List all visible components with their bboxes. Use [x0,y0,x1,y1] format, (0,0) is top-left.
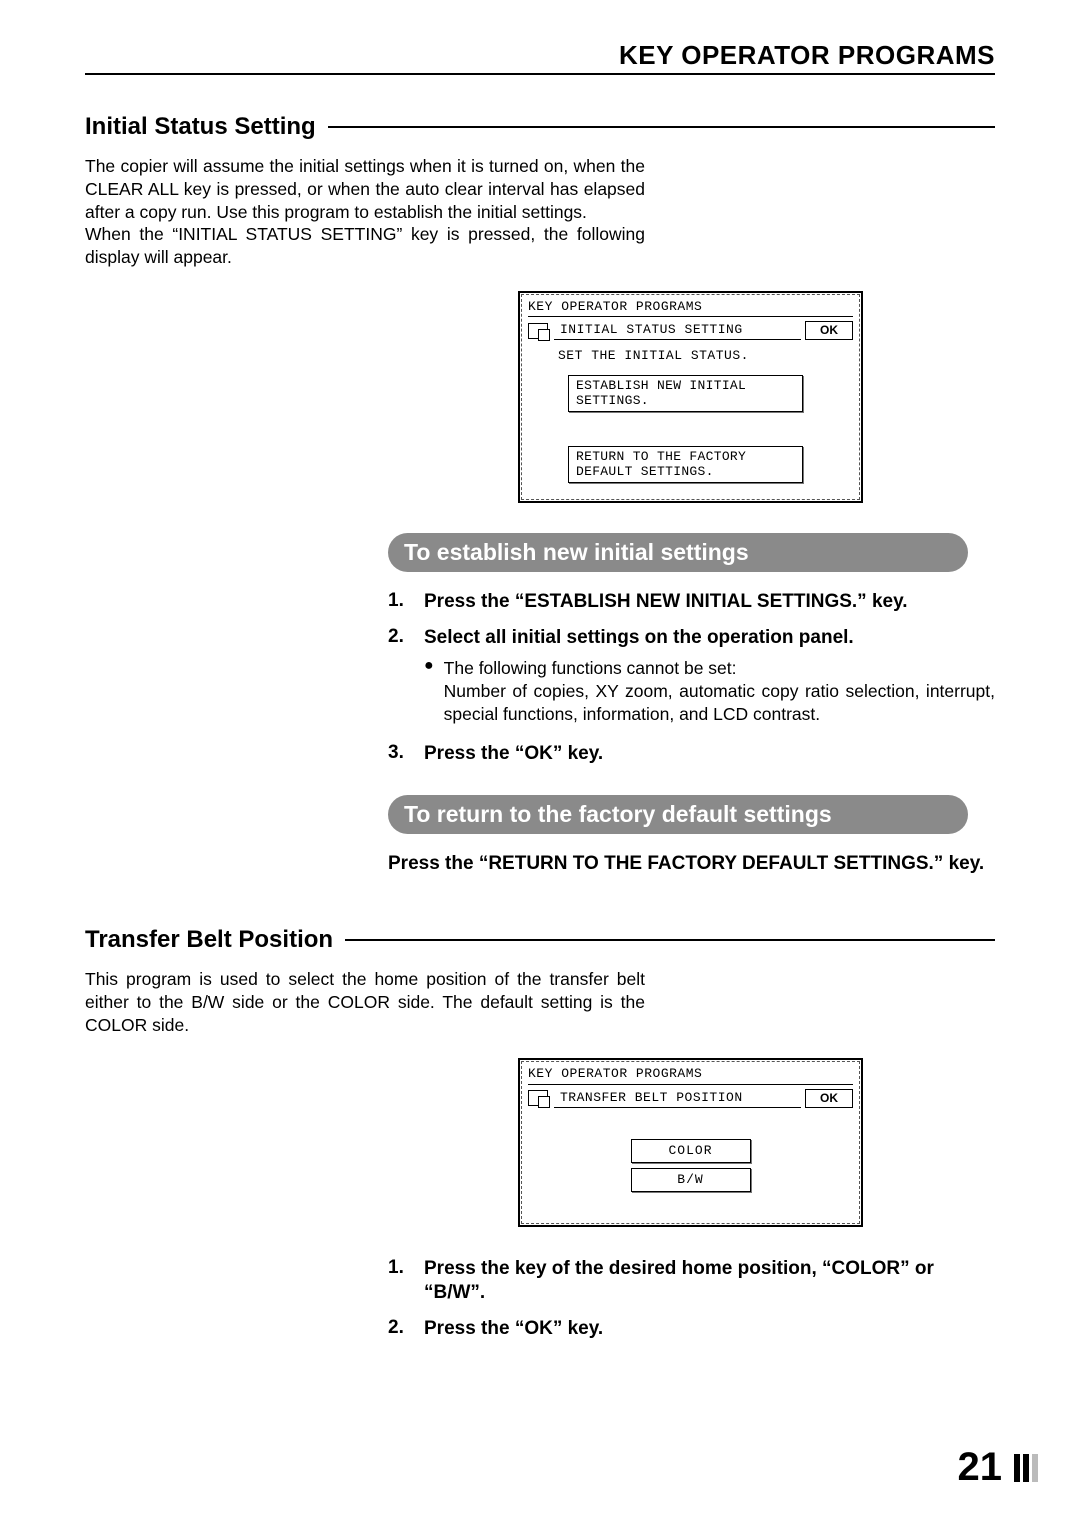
windows-icon [528,323,548,339]
step-number: 2. [388,1317,424,1341]
section-heading-transfer-belt: Transfer Belt Position [85,926,995,954]
tb-step2-text: Press the “OK” key. [424,1317,995,1341]
page-header: KEY OPERATOR PROGRAMS [85,40,995,75]
header-title: KEY OPERATOR PROGRAMS [619,40,995,70]
step3-text: Press the “OK” key. [424,742,995,766]
step1-text: Press the “ESTABLISH NEW INITIAL SETTING… [424,590,995,614]
rule [345,939,995,941]
section2-intro: This program is used to select the home … [85,968,645,1036]
step-number: 1. [388,590,424,614]
section-heading-initial-status: Initial Status Setting [85,113,995,141]
bullet-icon: ● [424,657,434,725]
lcd2-bw-button[interactable]: B/W [631,1168,751,1192]
page-number-wrap: 21 [958,1445,1039,1490]
lcd1-title: INITIAL STATUS SETTING [554,321,801,340]
instr-return: Press the “RETURN TO THE FACTORY DEFAULT… [388,852,995,876]
lcd1-return-button[interactable]: RETURN TO THE FACTORY DEFAULT SETTINGS. [568,446,803,483]
lcd1-ok-button[interactable]: OK [805,321,853,340]
tb-step1-text: Press the key of the desired home positi… [424,1257,995,1305]
lcd1-sub: SET THE INITIAL STATUS. [558,348,853,364]
section1-intro: The copier will assume the initial setti… [85,155,645,269]
lcd-transfer-belt: KEY OPERATOR PROGRAMS TRANSFER BELT POSI… [518,1058,863,1227]
lcd2-ok-button[interactable]: OK [805,1089,853,1108]
windows-icon [528,1090,548,1106]
step-number: 2. [388,626,424,730]
section1-title: Initial Status Setting [85,113,316,141]
page-number: 21 [958,1445,1003,1490]
lcd1-establish-button[interactable]: ESTABLISH NEW INITIAL SETTINGS. [568,375,803,412]
steps-transfer-belt: 1. Press the key of the desired home pos… [388,1257,995,1340]
pill-establish: To establish new initial settings [388,533,968,572]
step2-detail: Number of copies, XY zoom, automatic cop… [444,680,995,726]
section2-title: Transfer Belt Position [85,926,333,954]
lcd2-top: KEY OPERATOR PROGRAMS [528,1066,853,1084]
page-decor-icon [1014,1454,1038,1482]
step-number: 1. [388,1257,424,1305]
lcd2-color-button[interactable]: COLOR [631,1139,751,1163]
pill-return: To return to the factory default setting… [388,795,968,834]
steps-establish: 1. Press the “ESTABLISH NEW INITIAL SETT… [388,590,995,766]
lcd-initial-status: KEY OPERATOR PROGRAMS INITIAL STATUS SET… [518,291,863,503]
lcd1-top: KEY OPERATOR PROGRAMS [528,299,853,317]
lcd2-title: TRANSFER BELT POSITION [554,1089,801,1108]
step-number: 3. [388,742,424,766]
step2-bullet: The following functions cannot be set: [444,657,995,680]
step2-text: Select all initial settings on the opera… [424,626,995,650]
rule [328,126,995,128]
